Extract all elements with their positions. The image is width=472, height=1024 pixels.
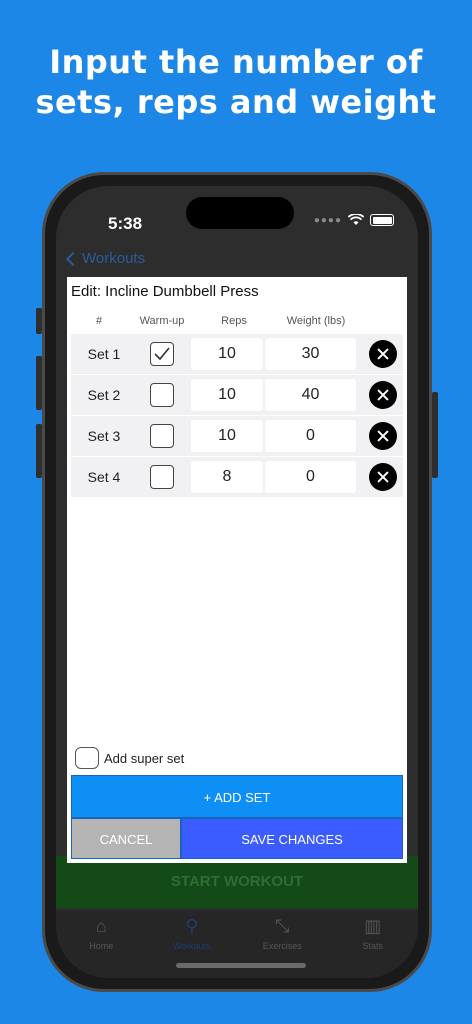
column-header-reps: Reps xyxy=(221,315,247,327)
back-label: Workouts xyxy=(82,250,146,267)
delete-set-icon[interactable] xyxy=(369,340,397,368)
reps-input[interactable]: 10 xyxy=(191,420,263,452)
tab-workouts-label: Workouts xyxy=(172,941,211,951)
battery-icon xyxy=(370,214,394,226)
weight-input[interactable]: 0 xyxy=(265,461,356,493)
column-header-warmup: Warm-up xyxy=(139,315,185,327)
status-bar: 5:38 ●●●● xyxy=(56,186,418,244)
weight-input[interactable]: 40 xyxy=(265,379,356,411)
warmup-checkbox[interactable] xyxy=(150,465,174,489)
chart-icon: ▥ xyxy=(364,916,382,936)
checkmark-icon xyxy=(154,347,170,361)
status-icons: ●●●● xyxy=(314,214,394,226)
set-label: Set 1 xyxy=(87,346,121,362)
warmup-checkbox[interactable] xyxy=(150,424,174,448)
delete-set-icon[interactable] xyxy=(369,422,397,450)
weightlifter-icon: ⚲ xyxy=(185,916,199,936)
dialog-title: Edit: Incline Dumbbell Press xyxy=(71,283,259,300)
edit-sets-dialog: Edit: Incline Dumbbell Press # Warm-up R… xyxy=(67,277,407,863)
dumbbell-icon: ⤡ xyxy=(275,916,290,936)
delete-set-icon[interactable] xyxy=(369,463,397,491)
delete-set-icon[interactable] xyxy=(369,381,397,409)
set-row: Set 2 10 40 xyxy=(71,375,403,415)
add-set-button[interactable]: + ADD SET xyxy=(71,775,403,818)
home-indicator xyxy=(176,963,306,968)
tab-home-label: Home xyxy=(89,941,114,951)
super-set-option[interactable]: Add super set xyxy=(75,747,184,769)
headline-line-2: sets, reps and weight xyxy=(35,83,437,121)
set-label: Set 4 xyxy=(87,469,121,485)
headline: Input the number of sets, reps and weigh… xyxy=(0,42,472,122)
reps-input[interactable]: 8 xyxy=(191,461,263,493)
super-set-checkbox[interactable] xyxy=(75,747,99,769)
headline-line-1: Input the number of xyxy=(49,43,423,81)
set-row: Set 3 10 0 xyxy=(71,416,403,456)
warmup-checkbox[interactable] xyxy=(150,342,174,366)
dynamic-island xyxy=(186,197,294,229)
back-button[interactable]: Workouts xyxy=(65,250,146,267)
weight-input[interactable]: 0 xyxy=(265,420,356,452)
reps-input[interactable]: 10 xyxy=(191,338,263,370)
tab-home[interactable]: ⌂ Home xyxy=(61,910,141,978)
chevron-left-icon xyxy=(65,251,81,266)
phone-power-button xyxy=(432,392,438,478)
set-row: Set 4 8 0 xyxy=(71,457,403,497)
tab-stats[interactable]: ▥ Stats xyxy=(333,910,413,978)
set-label: Set 3 xyxy=(87,428,121,444)
house-icon: ⌂ xyxy=(95,916,107,936)
super-set-label: Add super set xyxy=(104,750,185,766)
set-row: Set 1 10 30 xyxy=(71,334,403,374)
weight-input[interactable]: 30 xyxy=(265,338,356,370)
column-header-number: # xyxy=(95,315,103,327)
tab-stats-label: Stats xyxy=(362,941,383,951)
set-label: Set 2 xyxy=(87,387,121,403)
save-changes-button[interactable]: SAVE CHANGES xyxy=(181,818,403,859)
warmup-checkbox[interactable] xyxy=(150,383,174,407)
cancel-button[interactable]: CANCEL xyxy=(71,818,181,859)
nav-bar: Workouts xyxy=(56,246,418,276)
reps-input[interactable]: 10 xyxy=(191,379,263,411)
start-workout-button[interactable]: START WORKOUT xyxy=(56,856,418,908)
signal-icon: ●●●● xyxy=(313,214,342,226)
column-header-weight: Weight (lbs) xyxy=(286,315,346,327)
status-time: 5:38 xyxy=(108,214,143,233)
wifi-icon xyxy=(348,214,364,225)
tab-exercises-label: Exercises xyxy=(262,941,302,951)
